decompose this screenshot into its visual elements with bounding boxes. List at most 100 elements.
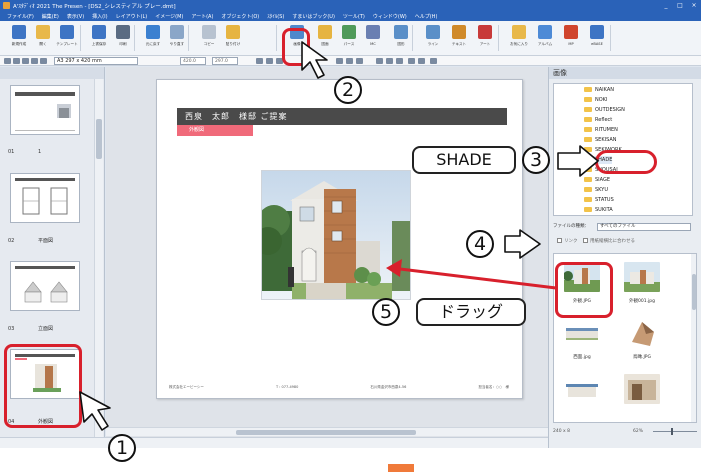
image-thumb-4[interactable]: 鳥瞰.JPG <box>620 314 664 369</box>
document-tag[interactable]: 外観図 <box>177 125 253 136</box>
folder-item-reflect[interactable]: Reflect <box>584 116 612 124</box>
thumb-grid-scroll-thumb[interactable] <box>692 274 696 310</box>
group-icon[interactable] <box>346 58 353 64</box>
document-header[interactable]: 西泉 太郎 様邸 ご提案 <box>177 108 507 125</box>
folder-item-status[interactable]: STATUS <box>584 196 614 204</box>
fit-ratio-checkbox[interactable]: 用紙縦横比に合わせる <box>583 237 635 246</box>
frame-icon[interactable] <box>376 58 383 64</box>
thumb-grid-scrollbar[interactable] <box>691 254 696 422</box>
align-right-icon[interactable] <box>276 58 283 64</box>
zoom-slider[interactable] <box>653 428 697 435</box>
file-type-select[interactable]: すべてのファイル <box>597 223 691 231</box>
image-thumb-2[interactable]: 外観001.jpg <box>620 258 664 313</box>
exterior-photo[interactable] <box>261 170 411 300</box>
editing-canvas[interactable]: 西泉 太郎 様邸 ご提案 外観図 株式会社エービーシー T: 077-4980… <box>106 67 548 437</box>
ribbon-button-2[interactable]: 開く <box>30 23 56 54</box>
zoom-icon[interactable] <box>40 58 47 64</box>
canvas-scroll-thumb[interactable] <box>236 430 416 435</box>
ribbon-button-4[interactable]: 上書保存 <box>86 23 112 54</box>
menu-item-13[interactable]: ヘルプ(H) <box>412 13 441 20</box>
folder-item-ritumen[interactable]: RITUMEN <box>584 126 618 134</box>
menu-item-9[interactable]: ｽﾀｲﾙ(S) <box>264 13 287 20</box>
image-thumb-6[interactable] <box>620 370 664 422</box>
menu-item-10[interactable]: すまいはブック(U) <box>289 13 338 20</box>
image-thumb-1[interactable]: 外観.JPG <box>560 258 604 313</box>
image-panel-tab[interactable]: 画像 <box>549 67 701 79</box>
align-center-icon[interactable] <box>266 58 273 64</box>
menu-item-1[interactable]: ファイル(F) <box>4 13 37 20</box>
image-thumb-5[interactable] <box>560 370 604 422</box>
link-checkbox[interactable]: リンク <box>557 237 578 246</box>
ribbon-button-21[interactable]: eBASE <box>584 23 610 54</box>
ribbon-button-1[interactable]: 新規作成 <box>6 23 32 54</box>
folder-item-sekisan[interactable]: SEKISAN <box>584 136 617 144</box>
page-thumb-3[interactable] <box>10 261 80 311</box>
ribbon-button-11[interactable]: 図面 <box>312 23 338 54</box>
ribbon-button-5[interactable]: 印刷 <box>110 23 136 54</box>
document-page[interactable]: 西泉 太郎 様邸 ご提案 外観図 株式会社エービーシー T: 077-4980… <box>156 79 523 399</box>
frame2-icon[interactable] <box>386 58 393 64</box>
close-button[interactable]: × <box>687 2 701 9</box>
grid2-icon[interactable] <box>418 58 425 64</box>
folder-item-sekiwork[interactable]: SEKIWORK <box>584 146 622 154</box>
folder-item-skyu[interactable]: SKYU <box>584 186 608 194</box>
page-list-scroll-thumb[interactable] <box>96 119 102 159</box>
width-field[interactable]: 420.0 <box>180 57 206 65</box>
ribbon-button-19[interactable]: アルバム <box>532 23 558 54</box>
fit-ratio-checkbox-box[interactable] <box>583 238 588 243</box>
height-field[interactable]: 297.0 <box>212 57 238 65</box>
folder-item-shousai[interactable]: SHOUSAI <box>584 166 618 174</box>
image-thumbnail-grid[interactable]: 外観.JPG 外観001.jpg 西面.jpg 鳥瞰.JPG <box>553 253 697 423</box>
layer-icon[interactable] <box>336 58 343 64</box>
ribbon-button-3[interactable]: テンプレート <box>54 23 80 54</box>
minimize-button[interactable]: _ <box>659 2 673 9</box>
ungroup-icon[interactable] <box>356 58 363 64</box>
page-thumb-2[interactable] <box>10 173 80 223</box>
zoom-in-icon[interactable] <box>13 58 20 64</box>
ribbon-button-18[interactable]: お気に入り <box>506 23 532 54</box>
page-thumb-1[interactable] <box>10 85 80 135</box>
image-thumb-3[interactable]: 西面.jpg <box>560 314 604 369</box>
grid-icon[interactable] <box>408 58 415 64</box>
menu-item-11[interactable]: ツール(T) <box>340 13 368 20</box>
paper-size-select[interactable]: A3 297 x 420 mm <box>54 57 138 65</box>
ribbon-button-12[interactable]: パース <box>336 23 362 54</box>
folder-item-siage[interactable]: SIAGE <box>584 176 610 184</box>
folder-item-sukita[interactable]: SUKITA <box>584 206 613 214</box>
ribbon-button-15[interactable]: ライン <box>420 23 446 54</box>
frame3-icon[interactable] <box>396 58 403 64</box>
folder-item-shade[interactable]: SHADE <box>584 156 613 164</box>
ribbon-button-7[interactable]: やり直す <box>164 23 190 54</box>
link-checkbox-box[interactable] <box>557 238 562 243</box>
ribbon-button-20[interactable]: MP <box>558 23 584 54</box>
menu-item-7[interactable]: アート(A) <box>188 13 216 20</box>
page-list-scrollbar[interactable] <box>94 79 103 439</box>
fit-page-icon[interactable] <box>31 58 38 64</box>
folder-item-naikan[interactable]: NAIKAN <box>584 86 614 94</box>
menu-item-8[interactable]: オブジェクト(O) <box>218 13 262 20</box>
folder-item-noki[interactable]: NOKI <box>584 96 607 104</box>
ribbon-button-17[interactable]: アート <box>472 23 498 54</box>
ribbon-button-10[interactable]: 画像 <box>284 23 310 54</box>
ribbon-button-6[interactable]: 元に戻す <box>140 23 166 54</box>
ribbon-button-14[interactable]: 図形 <box>388 23 414 54</box>
zoom-out-icon[interactable] <box>22 58 29 64</box>
ribbon-button-16[interactable]: テキスト <box>446 23 472 54</box>
menu-item-6[interactable]: イメージ(M) <box>152 13 186 20</box>
align-left-icon[interactable] <box>256 58 263 64</box>
maximize-button[interactable]: □ <box>673 2 687 9</box>
ribbon-button-13[interactable]: MC <box>360 23 386 54</box>
menu-item-4[interactable]: 挿入(I) <box>89 13 110 20</box>
page-thumb-4[interactable] <box>10 349 80 399</box>
menu-item-5[interactable]: レイアウト(L) <box>113 13 151 20</box>
menu-item-12[interactable]: ウィンドウ(W) <box>370 13 410 20</box>
more-icon[interactable] <box>430 58 437 64</box>
select-tool-icon[interactable] <box>4 58 11 64</box>
folder-tree[interactable]: NAIKAN NOKI OUTDESIGN Reflect RITUMEN SEKISAN… <box>553 83 693 216</box>
ribbon-button-9[interactable]: 貼り付け <box>220 23 246 54</box>
folder-item-outdesign[interactable]: OUTDESIGN <box>584 106 625 114</box>
menu-item-2[interactable]: 編集(E) <box>39 13 62 20</box>
canvas-hscrollbar[interactable] <box>106 427 548 436</box>
menu-item-3[interactable]: 表示(V) <box>64 13 87 20</box>
ribbon-button-8[interactable]: コピー <box>196 23 222 54</box>
